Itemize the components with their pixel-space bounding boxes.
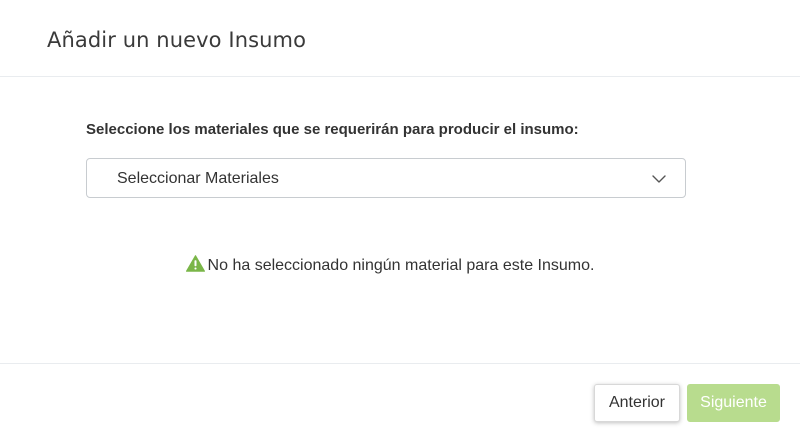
- new-insumo-modal: Añadir un nuevo Insumo Seleccione los ma…: [0, 0, 800, 440]
- modal-footer: Anterior Siguiente: [0, 363, 800, 440]
- previous-button[interactable]: Anterior: [594, 384, 680, 422]
- chevron-down-icon: [652, 175, 666, 183]
- next-button[interactable]: Siguiente: [687, 384, 780, 422]
- warning-triangle-icon: [185, 255, 205, 272]
- modal-body: Seleccione los materiales que se requeri…: [0, 77, 800, 363]
- materials-select-value: Seleccionar Materiales: [117, 170, 279, 187]
- materials-select[interactable]: Seleccionar Materiales: [86, 158, 686, 198]
- no-materials-message: No ha seleccionado ningún material para …: [0, 255, 780, 275]
- modal-header: Añadir un nuevo Insumo: [0, 0, 800, 77]
- modal-title: Añadir un nuevo Insumo: [47, 28, 307, 52]
- materials-prompt-label: Seleccione los materiales que se requeri…: [86, 121, 579, 138]
- no-materials-text: No ha seleccionado ningún material para …: [207, 257, 595, 274]
